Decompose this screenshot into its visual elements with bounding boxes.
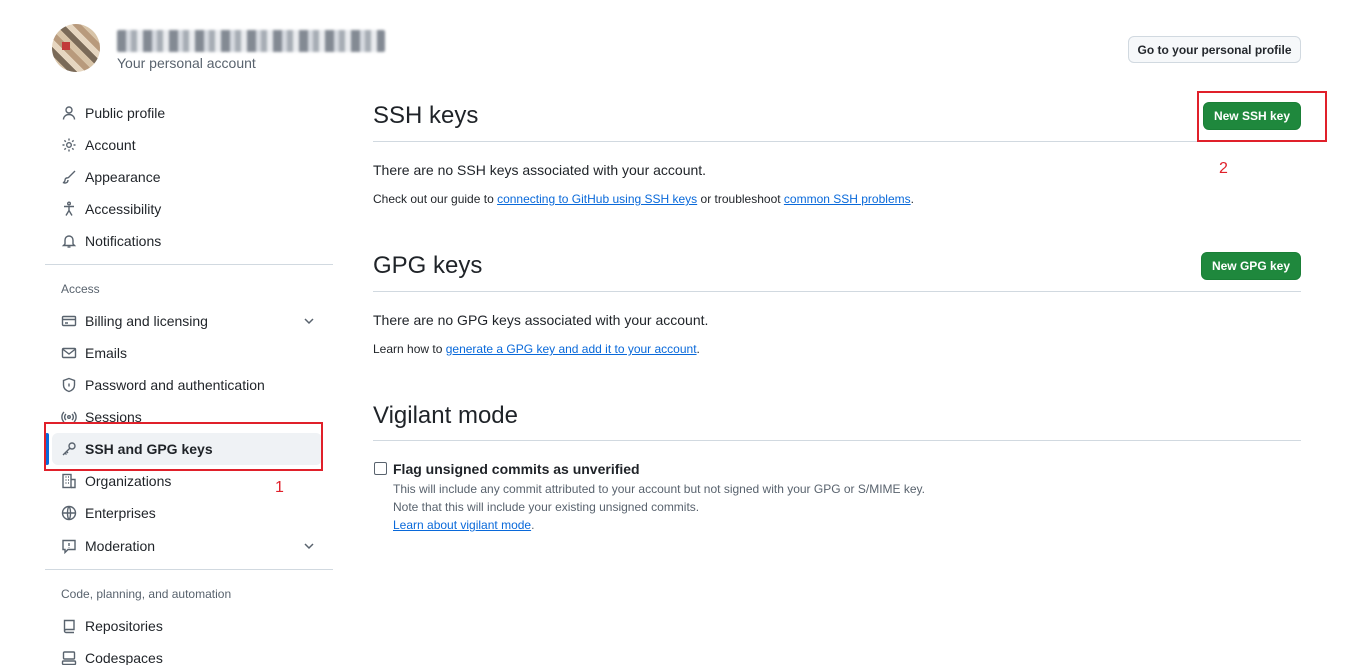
- sidebar-item-codespaces[interactable]: Codespaces: [52, 642, 332, 665]
- gear-icon: [61, 137, 77, 153]
- sidebar-item-repositories[interactable]: Repositories: [52, 610, 332, 642]
- sidebar-item-account[interactable]: Account: [52, 129, 332, 161]
- mail-icon: [61, 345, 77, 361]
- ssh-keys-title: SSH keys: [373, 102, 479, 129]
- vigilant-note-2: Note that this will include your existin…: [393, 500, 700, 514]
- sidebar-item-label: Accessibility: [85, 201, 162, 217]
- vigilant-note-3: Learn about vigilant mode.: [393, 518, 535, 532]
- ssh-empty-message: There are no SSH keys associated with yo…: [373, 162, 707, 178]
- organization-icon: [61, 473, 77, 489]
- bell-icon: [61, 233, 77, 249]
- go-to-profile-button[interactable]: Go to your personal profile: [1128, 36, 1301, 63]
- sidebar-item-label: Notifications: [85, 233, 162, 249]
- ssh-guide-link[interactable]: connecting to GitHub using SSH keys: [497, 192, 697, 206]
- sidebar-item-label: Public profile: [85, 105, 166, 121]
- section-divider: [373, 141, 1301, 142]
- annotation-marker-2: 2: [1219, 160, 1228, 177]
- section-divider: [373, 440, 1301, 441]
- vigilant-mode-label[interactable]: Flag unsigned commits as unverified: [393, 461, 640, 477]
- sidebar-section-code: Code, planning, and automation: [61, 587, 232, 601]
- sidebar-item-emails[interactable]: Emails: [52, 337, 332, 369]
- person-icon: [61, 105, 77, 121]
- shield-lock-icon: [61, 377, 77, 393]
- chevron-down-icon[interactable]: [302, 314, 316, 328]
- user-name-redacted: [117, 30, 385, 52]
- globe-icon: [61, 505, 77, 521]
- gpg-guide-link[interactable]: generate a GPG key and add it to your ac…: [446, 342, 697, 356]
- vigilant-mode-checkbox[interactable]: [374, 462, 387, 475]
- credit-card-icon: [61, 313, 77, 329]
- chevron-down-icon[interactable]: [302, 539, 316, 553]
- vigilant-learn-link[interactable]: Learn about vigilant mode: [393, 518, 531, 532]
- sidebar-item-accessibility[interactable]: Accessibility: [52, 193, 332, 225]
- sidebar-item-password-authentication[interactable]: Password and authentication: [52, 369, 332, 401]
- sidebar-item-label: Repositories: [85, 618, 163, 634]
- avatar[interactable]: [52, 24, 100, 72]
- new-gpg-key-button[interactable]: New GPG key: [1201, 252, 1301, 280]
- sidebar-item-billing[interactable]: Billing and licensing: [52, 305, 332, 337]
- sidebar-item-label: Codespaces: [85, 650, 163, 665]
- paintbrush-icon: [61, 169, 77, 185]
- sidebar-item-label: Account: [85, 137, 136, 153]
- sidebar-item-label: Appearance: [85, 169, 161, 185]
- gpg-keys-title: GPG keys: [373, 252, 483, 279]
- annotation-box-2: [1197, 91, 1327, 142]
- sidebar-item-label: Enterprises: [85, 505, 156, 521]
- sidebar-item-public-profile[interactable]: Public profile: [52, 97, 332, 129]
- annotation-box-1: [44, 422, 323, 471]
- ssh-guide-text: Check out our guide to connecting to Git…: [373, 192, 914, 206]
- sidebar-item-appearance[interactable]: Appearance: [52, 161, 332, 193]
- account-subtitle: Your personal account: [117, 55, 256, 71]
- gpg-learn-text: Learn how to generate a GPG key and add …: [373, 342, 700, 356]
- vigilant-mode-title: Vigilant mode: [373, 402, 518, 429]
- sidebar-divider: [45, 569, 333, 570]
- sidebar-item-label: Billing and licensing: [85, 313, 208, 329]
- sidebar-item-notifications[interactable]: Notifications: [52, 225, 332, 257]
- codespaces-icon: [61, 650, 77, 665]
- sidebar-item-label: Moderation: [85, 538, 156, 554]
- section-divider: [373, 291, 1301, 292]
- annotation-marker-1: 1: [275, 479, 284, 496]
- sidebar-item-label: Password and authentication: [85, 377, 265, 393]
- report-icon: [61, 538, 77, 554]
- repo-icon: [61, 618, 77, 634]
- sidebar-item-label: Organizations: [85, 473, 172, 489]
- accessibility-icon: [61, 201, 77, 217]
- vigilant-note-1: This will include any commit attributed …: [393, 482, 926, 496]
- gpg-empty-message: There are no GPG keys associated with yo…: [373, 312, 709, 328]
- sidebar-divider: [45, 264, 333, 265]
- sidebar-section-access: Access: [61, 282, 100, 296]
- sidebar-item-moderation[interactable]: Moderation: [52, 530, 332, 562]
- ssh-problems-link[interactable]: common SSH problems: [784, 192, 911, 206]
- sidebar-item-enterprises[interactable]: Enterprises: [52, 497, 332, 529]
- sidebar-item-label: Emails: [85, 345, 128, 361]
